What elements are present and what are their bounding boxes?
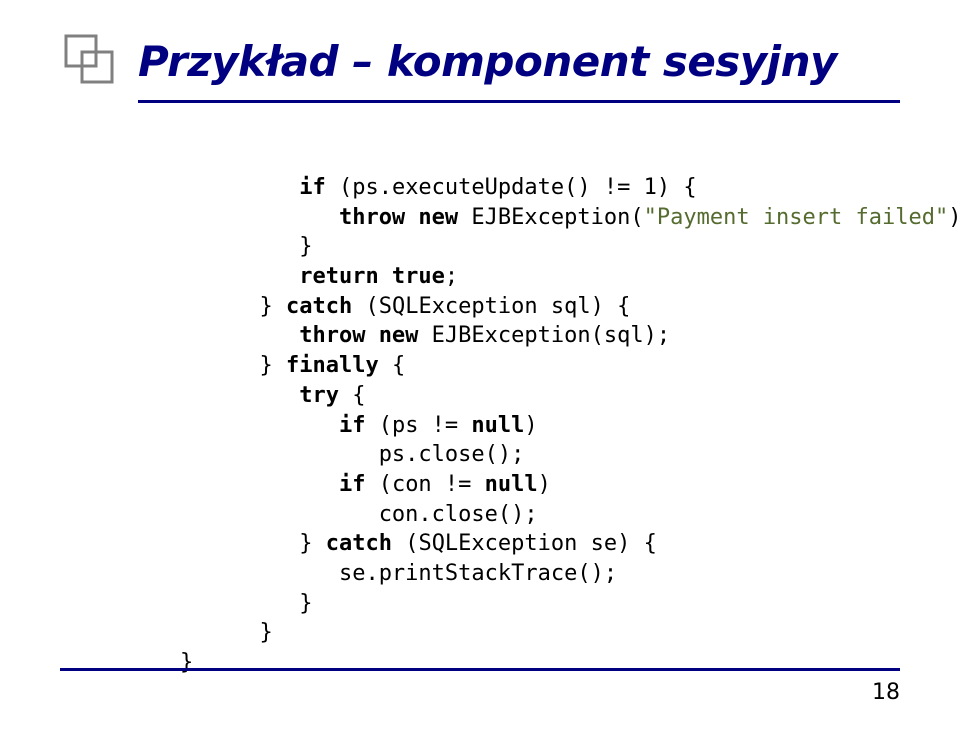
footer-divider <box>60 668 900 671</box>
kw-null: null <box>471 413 524 438</box>
kw-try: try <box>299 383 339 408</box>
kw-return-true: return true <box>299 264 445 289</box>
kw-catch: catch <box>326 531 392 556</box>
kw-null: null <box>485 472 538 497</box>
kw-throw-new: throw new <box>339 205 458 230</box>
title-divider <box>138 100 900 103</box>
kw-catch: catch <box>286 294 352 319</box>
kw-throw-new: throw new <box>299 323 418 348</box>
code-block: if (ps.executeUpdate() != 1) { throw new… <box>180 173 900 678</box>
kw-finally: finally <box>286 353 379 378</box>
string-literal: "Payment insert failed" <box>644 205 949 230</box>
kw-if: if <box>339 413 366 438</box>
kw-if: if <box>299 175 326 200</box>
slide-title: Przykład – komponent sesyjny <box>138 37 837 86</box>
overlapping-squares-icon <box>60 30 118 92</box>
page-number: 18 <box>872 680 900 705</box>
kw-if: if <box>339 472 366 497</box>
